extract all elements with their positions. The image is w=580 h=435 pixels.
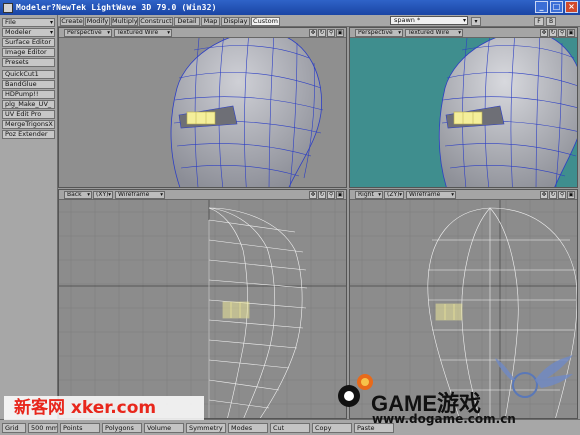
ortho-canvas[interactable] <box>59 200 346 418</box>
viewport-rotate-icon[interactable]: ↻ <box>549 191 557 199</box>
plugin-button[interactable]: MergeTrigonsX <box>2 120 55 129</box>
symmetry-button[interactable]: Symmetry <box>186 423 226 433</box>
viewport-top-left[interactable]: Perspective Textured Wire ✥ ↻ ⚲ ▣ <box>58 27 347 188</box>
layer-select[interactable]: spawn * <box>390 16 468 25</box>
left-toolbar: File Modeler Surface Editor Image Editor… <box>0 15 58 419</box>
perspective-canvas[interactable] <box>59 38 346 187</box>
plugin-button[interactable]: plg_Make_UV_ <box>2 100 55 109</box>
tab-map[interactable]: Map <box>201 17 220 26</box>
wings-badge-icon <box>495 355 573 398</box>
tab-create[interactable]: Create <box>60 17 84 26</box>
maximize-icon[interactable]: □ <box>550 1 563 13</box>
viewport-header: Perspective Textured Wire ✥ ↻ ⚲ ▣ <box>59 28 346 38</box>
tab-modify[interactable]: Modify <box>85 17 110 26</box>
axis-select[interactable]: (ZY) <box>384 191 404 199</box>
app-icon <box>3 2 13 13</box>
image-editor-button[interactable]: Image Editor <box>2 48 55 57</box>
polygons-mode-button[interactable]: Polygons <box>102 423 142 433</box>
cut-button[interactable]: Cut <box>270 423 310 433</box>
tab-construct[interactable]: Construct <box>139 17 173 26</box>
watermark-game-logo: GAME游戏 <box>335 370 485 416</box>
presets-button[interactable]: Presets <box>2 58 55 67</box>
render-mode-select[interactable]: Wireframe <box>406 191 456 199</box>
viewport-rotate-icon[interactable]: ↻ <box>318 191 326 199</box>
plugin-button[interactable]: UV Edit Pro <box>2 110 55 119</box>
axis-select[interactable]: (XY) <box>93 191 113 199</box>
grid-label: Grid <box>2 423 26 433</box>
window-controls: _ □ × <box>535 1 578 13</box>
file-menu[interactable]: File <box>2 18 55 27</box>
volume-mode-button[interactable]: Volume <box>144 423 184 433</box>
tab-display[interactable]: Display <box>221 17 250 26</box>
watermark-left: 新客网 xker.com <box>4 396 204 420</box>
viewport-header: Back (XY) Wireframe ✥ ↻ ⚲ ▣ <box>59 190 346 200</box>
tab-row: Create Modify Multiply Construct Detail … <box>58 15 580 27</box>
plugin-button[interactable]: BandGlue <box>2 80 55 89</box>
view-type-select[interactable]: Perspective <box>64 29 112 37</box>
plugin-button[interactable]: QuickCut1 <box>2 70 55 79</box>
viewport-move-icon[interactable]: ✥ <box>540 29 548 37</box>
render-mode-select[interactable]: Textured Wire <box>114 29 172 37</box>
modes-menu[interactable]: Modes <box>228 423 268 433</box>
view-type-select[interactable]: Right <box>355 191 383 199</box>
viewport-move-icon[interactable]: ✥ <box>309 191 317 199</box>
close-icon[interactable]: × <box>565 1 578 13</box>
viewport-rotate-icon[interactable]: ↻ <box>318 29 326 37</box>
tab-detail[interactable]: Detail <box>174 17 200 26</box>
viewport-rotate-icon[interactable]: ↻ <box>549 29 557 37</box>
view-type-select[interactable]: Perspective <box>355 29 403 37</box>
copy-button[interactable]: Copy <box>312 423 352 433</box>
modeler-menu[interactable]: Modeler <box>2 28 55 37</box>
plugin-button[interactable]: HDPump!! <box>2 90 55 99</box>
viewport-zoom-icon[interactable]: ⚲ <box>327 191 335 199</box>
window-title: Modeler?NewTek LightWave 3D 79.0 (Win32) <box>16 3 217 12</box>
layer-prev-icon[interactable]: ▾ <box>471 17 481 26</box>
perspective-canvas[interactable] <box>350 38 577 187</box>
viewport-move-icon[interactable]: ✥ <box>309 29 317 37</box>
viewport-maximize-icon[interactable]: ▣ <box>336 29 344 37</box>
grid-size: 500 mm <box>28 423 58 433</box>
viewport-zoom-icon[interactable]: ⚲ <box>558 191 566 199</box>
surface-editor-button[interactable]: Surface Editor <box>2 38 55 47</box>
view-type-select[interactable]: Back <box>64 191 92 199</box>
points-mode-button[interactable]: Points <box>60 423 100 433</box>
viewport-zoom-icon[interactable]: ⚲ <box>327 29 335 37</box>
viewport-header: Perspective Textured Wire ✥ ↻ ⚲ ▣ <box>350 28 577 38</box>
viewport-top-right[interactable]: Perspective Textured Wire ✥ ↻ ⚲ ▣ <box>349 27 578 188</box>
viewport-zoom-icon[interactable]: ⚲ <box>558 29 566 37</box>
viewport-maximize-icon[interactable]: ▣ <box>567 191 575 199</box>
render-mode-select[interactable]: Wireframe <box>115 191 165 199</box>
game-logo-icon <box>338 374 373 407</box>
plugin-button[interactable]: Poz Extender <box>2 130 55 139</box>
minimize-icon[interactable]: _ <box>535 1 548 13</box>
tab-multiply[interactable]: Multiply <box>111 17 138 26</box>
viewport-header: Right (ZY) Wireframe ✥ ↻ ⚲ ▣ <box>350 190 577 200</box>
viewport-maximize-icon[interactable]: ▣ <box>336 191 344 199</box>
viewport-maximize-icon[interactable]: ▣ <box>567 29 575 37</box>
tab-custom[interactable]: Custom <box>251 17 280 26</box>
render-mode-select[interactable]: Textured Wire <box>405 29 463 37</box>
viewport-move-icon[interactable]: ✥ <box>540 191 548 199</box>
title-bar: Modeler?NewTek LightWave 3D 79.0 (Win32)… <box>0 0 580 15</box>
viewport-bottom-left[interactable]: Back (XY) Wireframe ✥ ↻ ⚲ ▣ <box>58 189 347 419</box>
layer-fg-icon[interactable]: F <box>534 17 544 26</box>
layer-bg-icon[interactable]: B <box>546 17 556 26</box>
